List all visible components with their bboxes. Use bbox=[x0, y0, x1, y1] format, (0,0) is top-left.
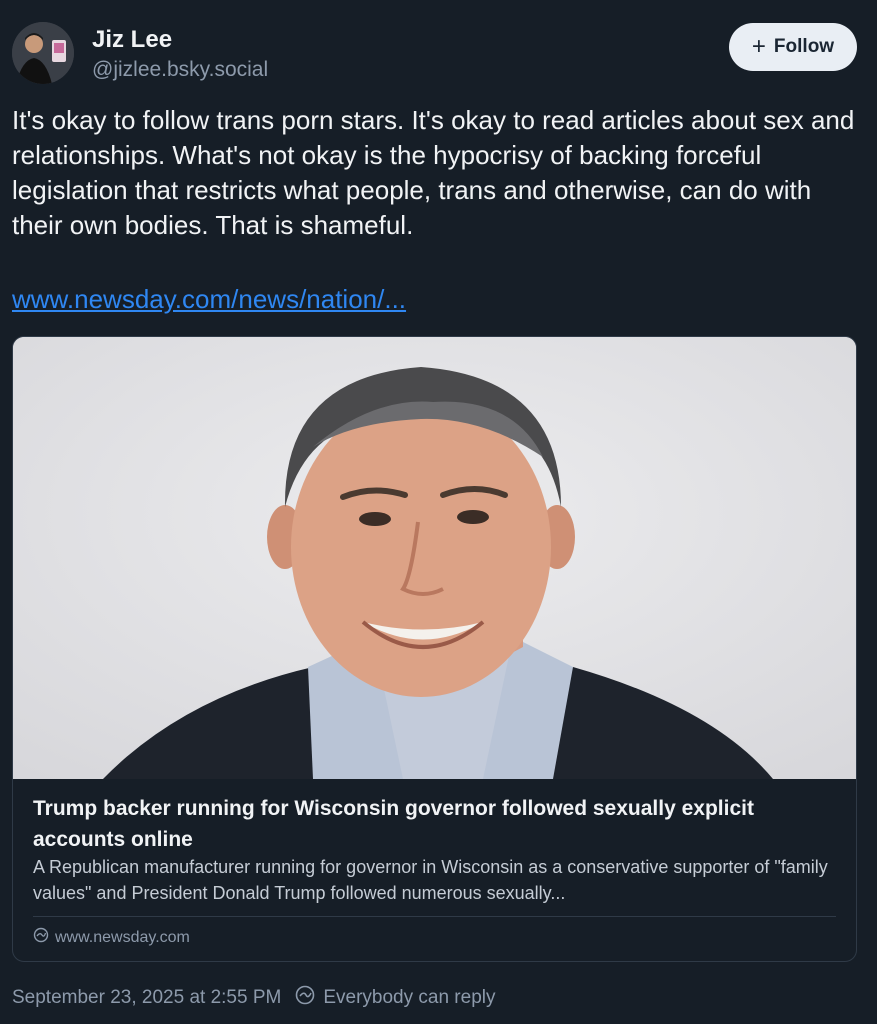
link-card-divider bbox=[33, 916, 836, 917]
link-card-title[interactable]: Trump backer running for Wisconsin gover… bbox=[33, 793, 833, 855]
post-footer: September 23, 2025 at 2:55 PM Everybody … bbox=[12, 985, 496, 1011]
author-avatar[interactable] bbox=[12, 22, 74, 84]
author-handle[interactable]: @jizlee.bsky.social bbox=[92, 58, 268, 82]
reply-setting-label: Everybody can reply bbox=[323, 987, 496, 1008]
link-card-image bbox=[13, 337, 856, 779]
globe-icon bbox=[295, 985, 315, 1011]
post-text: It's okay to follow trans porn stars. It… bbox=[12, 105, 862, 240]
follow-button-label: Follow bbox=[773, 36, 835, 57]
follow-button[interactable]: + Follow bbox=[729, 23, 857, 71]
post-timestamp[interactable]: September 23, 2025 at 2:55 PM bbox=[12, 987, 281, 1009]
globe-icon bbox=[33, 927, 49, 948]
post-link[interactable]: www.newsday.com/news/nation/... bbox=[12, 282, 406, 317]
link-card[interactable]: Trump backer running for Wisconsin gover… bbox=[12, 336, 857, 962]
link-card-domain-text: www.newsday.com bbox=[55, 928, 190, 946]
reply-setting[interactable]: Everybody can reply bbox=[295, 985, 496, 1011]
link-card-domain: www.newsday.com bbox=[33, 927, 190, 948]
author-name[interactable]: Jiz Lee bbox=[92, 26, 172, 54]
link-card-description: A Republican manufacturer running for go… bbox=[33, 857, 828, 903]
plus-icon: + bbox=[751, 33, 766, 60]
